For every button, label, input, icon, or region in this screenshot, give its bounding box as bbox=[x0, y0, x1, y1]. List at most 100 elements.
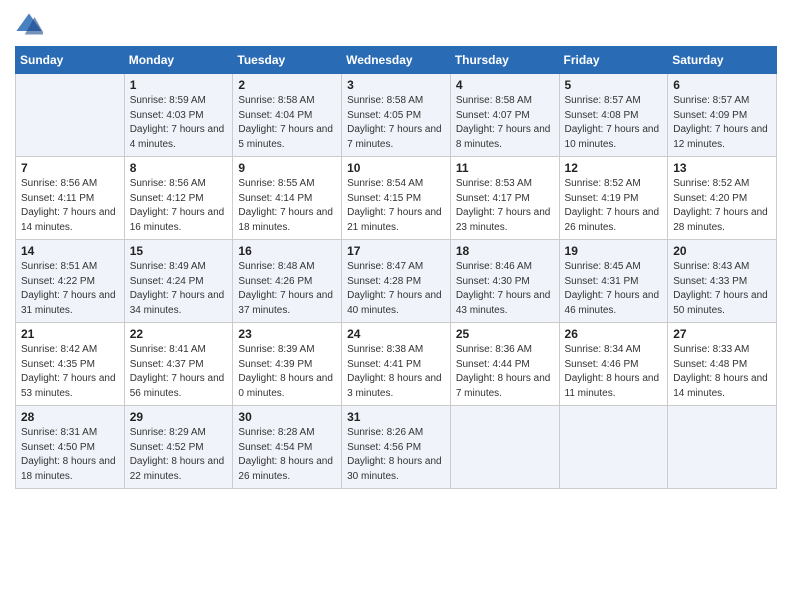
day-number: 17 bbox=[347, 244, 445, 258]
day-number: 28 bbox=[21, 410, 119, 424]
day-info: Sunrise: 8:52 AMSunset: 4:19 PMDaylight:… bbox=[565, 177, 663, 235]
day-info: Sunrise: 8:41 AMSunset: 4:37 PMDaylight:… bbox=[130, 343, 228, 401]
day-info: Sunrise: 8:38 AMSunset: 4:41 PMDaylight:… bbox=[347, 343, 445, 401]
day-number: 24 bbox=[347, 327, 445, 341]
day-number: 11 bbox=[456, 161, 554, 175]
day-cell: 26 Sunrise: 8:34 AMSunset: 4:46 PMDayligh… bbox=[559, 323, 668, 406]
day-cell: 4 Sunrise: 8:58 AMSunset: 4:07 PMDaylight… bbox=[450, 74, 559, 157]
day-info: Sunrise: 8:28 AMSunset: 4:54 PMDaylight:… bbox=[238, 426, 336, 484]
day-number: 23 bbox=[238, 327, 336, 341]
day-number: 12 bbox=[565, 161, 663, 175]
day-info: Sunrise: 8:54 AMSunset: 4:15 PMDaylight:… bbox=[347, 177, 445, 235]
header-row: SundayMondayTuesdayWednesdayThursdayFrid… bbox=[16, 47, 777, 74]
day-info: Sunrise: 8:34 AMSunset: 4:46 PMDaylight:… bbox=[565, 343, 663, 401]
day-cell: 2 Sunrise: 8:58 AMSunset: 4:04 PMDaylight… bbox=[233, 74, 342, 157]
day-info: Sunrise: 8:42 AMSunset: 4:35 PMDaylight:… bbox=[21, 343, 119, 401]
day-number: 3 bbox=[347, 78, 445, 92]
day-info: Sunrise: 8:49 AMSunset: 4:24 PMDaylight:… bbox=[130, 260, 228, 318]
day-cell: 30 Sunrise: 8:28 AMSunset: 4:54 PMDayligh… bbox=[233, 406, 342, 489]
day-cell: 9Sunrise: 8:55 AMSunset: 4:14 PMDaylight… bbox=[233, 157, 342, 240]
day-cell: 29Sunrise: 8:29 AMSunset: 4:52 PMDayligh… bbox=[124, 406, 233, 489]
week-row-4: 21 Sunrise: 8:42 AMSunset: 4:35 PMDayligh… bbox=[16, 323, 777, 406]
day-number: 19 bbox=[565, 244, 663, 258]
day-info: Sunrise: 8:58 AMSunset: 4:04 PMDaylight:… bbox=[238, 94, 336, 152]
day-info: Sunrise: 8:51 AMSunset: 4:22 PMDaylight:… bbox=[21, 260, 119, 318]
day-info: Sunrise: 8:59 AMSunset: 4:03 PMDaylight:… bbox=[130, 94, 228, 152]
day-info: Sunrise: 8:56 AMSunset: 4:12 PMDaylight:… bbox=[130, 177, 228, 235]
day-cell: 3 Sunrise: 8:58 AMSunset: 4:05 PMDaylight… bbox=[342, 74, 451, 157]
day-cell: 11 Sunrise: 8:53 AMSunset: 4:17 PMDayligh… bbox=[450, 157, 559, 240]
day-info: Sunrise: 8:36 AMSunset: 4:44 PMDaylight:… bbox=[456, 343, 554, 401]
day-info: Sunrise: 8:43 AMSunset: 4:33 PMDaylight:… bbox=[673, 260, 771, 318]
day-info: Sunrise: 8:26 AMSunset: 4:56 PMDaylight:… bbox=[347, 426, 445, 484]
day-cell: 8Sunrise: 8:56 AMSunset: 4:12 PMDaylight… bbox=[124, 157, 233, 240]
day-info: Sunrise: 8:58 AMSunset: 4:07 PMDaylight:… bbox=[456, 94, 554, 152]
col-header-thursday: Thursday bbox=[450, 47, 559, 74]
day-info: Sunrise: 8:57 AMSunset: 4:09 PMDaylight:… bbox=[673, 94, 771, 152]
week-row-1: 1 Sunrise: 8:59 AMSunset: 4:03 PMDaylight… bbox=[16, 74, 777, 157]
day-cell: 16Sunrise: 8:48 AMSunset: 4:26 PMDayligh… bbox=[233, 240, 342, 323]
day-cell: 10 Sunrise: 8:54 AMSunset: 4:15 PMDayligh… bbox=[342, 157, 451, 240]
calendar-table: SundayMondayTuesdayWednesdayThursdayFrid… bbox=[15, 46, 777, 489]
day-number: 13 bbox=[673, 161, 771, 175]
col-header-tuesday: Tuesday bbox=[233, 47, 342, 74]
day-number: 25 bbox=[456, 327, 554, 341]
day-number: 10 bbox=[347, 161, 445, 175]
day-number: 21 bbox=[21, 327, 119, 341]
col-header-monday: Monday bbox=[124, 47, 233, 74]
col-header-saturday: Saturday bbox=[668, 47, 777, 74]
day-cell bbox=[668, 406, 777, 489]
day-number: 2 bbox=[238, 78, 336, 92]
day-cell: 17Sunrise: 8:47 AMSunset: 4:28 PMDayligh… bbox=[342, 240, 451, 323]
day-info: Sunrise: 8:57 AMSunset: 4:08 PMDaylight:… bbox=[565, 94, 663, 152]
week-row-2: 7 Sunrise: 8:56 AMSunset: 4:11 PMDaylight… bbox=[16, 157, 777, 240]
day-cell: 15 Sunrise: 8:49 AMSunset: 4:24 PMDayligh… bbox=[124, 240, 233, 323]
day-info: Sunrise: 8:39 AMSunset: 4:39 PMDaylight:… bbox=[238, 343, 336, 401]
logo bbox=[15, 10, 47, 38]
day-cell bbox=[16, 74, 125, 157]
day-cell: 14 Sunrise: 8:51 AMSunset: 4:22 PMDayligh… bbox=[16, 240, 125, 323]
day-cell: 18Sunrise: 8:46 AMSunset: 4:30 PMDayligh… bbox=[450, 240, 559, 323]
day-number: 22 bbox=[130, 327, 228, 341]
day-cell: 20 Sunrise: 8:43 AMSunset: 4:33 PMDayligh… bbox=[668, 240, 777, 323]
day-number: 29 bbox=[130, 410, 228, 424]
day-number: 15 bbox=[130, 244, 228, 258]
day-cell: 22 Sunrise: 8:41 AMSunset: 4:37 PMDayligh… bbox=[124, 323, 233, 406]
day-number: 20 bbox=[673, 244, 771, 258]
day-cell: 7 Sunrise: 8:56 AMSunset: 4:11 PMDaylight… bbox=[16, 157, 125, 240]
day-cell: 28 Sunrise: 8:31 AMSunset: 4:50 PMDayligh… bbox=[16, 406, 125, 489]
day-number: 30 bbox=[238, 410, 336, 424]
day-cell: 25 Sunrise: 8:36 AMSunset: 4:44 PMDayligh… bbox=[450, 323, 559, 406]
day-number: 27 bbox=[673, 327, 771, 341]
day-info: Sunrise: 8:52 AMSunset: 4:20 PMDaylight:… bbox=[673, 177, 771, 235]
day-number: 16 bbox=[238, 244, 336, 258]
day-cell: 19 Sunrise: 8:45 AMSunset: 4:31 PMDayligh… bbox=[559, 240, 668, 323]
day-info: Sunrise: 8:33 AMSunset: 4:48 PMDaylight:… bbox=[673, 343, 771, 401]
day-number: 6 bbox=[673, 78, 771, 92]
col-header-wednesday: Wednesday bbox=[342, 47, 451, 74]
page-header bbox=[15, 10, 777, 38]
day-info: Sunrise: 8:58 AMSunset: 4:05 PMDaylight:… bbox=[347, 94, 445, 152]
day-number: 7 bbox=[21, 161, 119, 175]
day-info: Sunrise: 8:31 AMSunset: 4:50 PMDaylight:… bbox=[21, 426, 119, 484]
day-info: Sunrise: 8:45 AMSunset: 4:31 PMDaylight:… bbox=[565, 260, 663, 318]
day-cell: 12 Sunrise: 8:52 AMSunset: 4:19 PMDayligh… bbox=[559, 157, 668, 240]
day-info: Sunrise: 8:53 AMSunset: 4:17 PMDaylight:… bbox=[456, 177, 554, 235]
page-container: SundayMondayTuesdayWednesdayThursdayFrid… bbox=[0, 0, 792, 499]
day-number: 4 bbox=[456, 78, 554, 92]
day-cell: 23 Sunrise: 8:39 AMSunset: 4:39 PMDayligh… bbox=[233, 323, 342, 406]
day-cell: 24 Sunrise: 8:38 AMSunset: 4:41 PMDayligh… bbox=[342, 323, 451, 406]
day-number: 5 bbox=[565, 78, 663, 92]
day-cell: 13 Sunrise: 8:52 AMSunset: 4:20 PMDayligh… bbox=[668, 157, 777, 240]
day-number: 18 bbox=[456, 244, 554, 258]
col-header-friday: Friday bbox=[559, 47, 668, 74]
day-cell: 6 Sunrise: 8:57 AMSunset: 4:09 PMDaylight… bbox=[668, 74, 777, 157]
day-number: 26 bbox=[565, 327, 663, 341]
day-cell bbox=[559, 406, 668, 489]
day-info: Sunrise: 8:56 AMSunset: 4:11 PMDaylight:… bbox=[21, 177, 119, 235]
day-number: 1 bbox=[130, 78, 228, 92]
day-number: 31 bbox=[347, 410, 445, 424]
col-header-sunday: Sunday bbox=[16, 47, 125, 74]
week-row-5: 28 Sunrise: 8:31 AMSunset: 4:50 PMDayligh… bbox=[16, 406, 777, 489]
day-number: 14 bbox=[21, 244, 119, 258]
